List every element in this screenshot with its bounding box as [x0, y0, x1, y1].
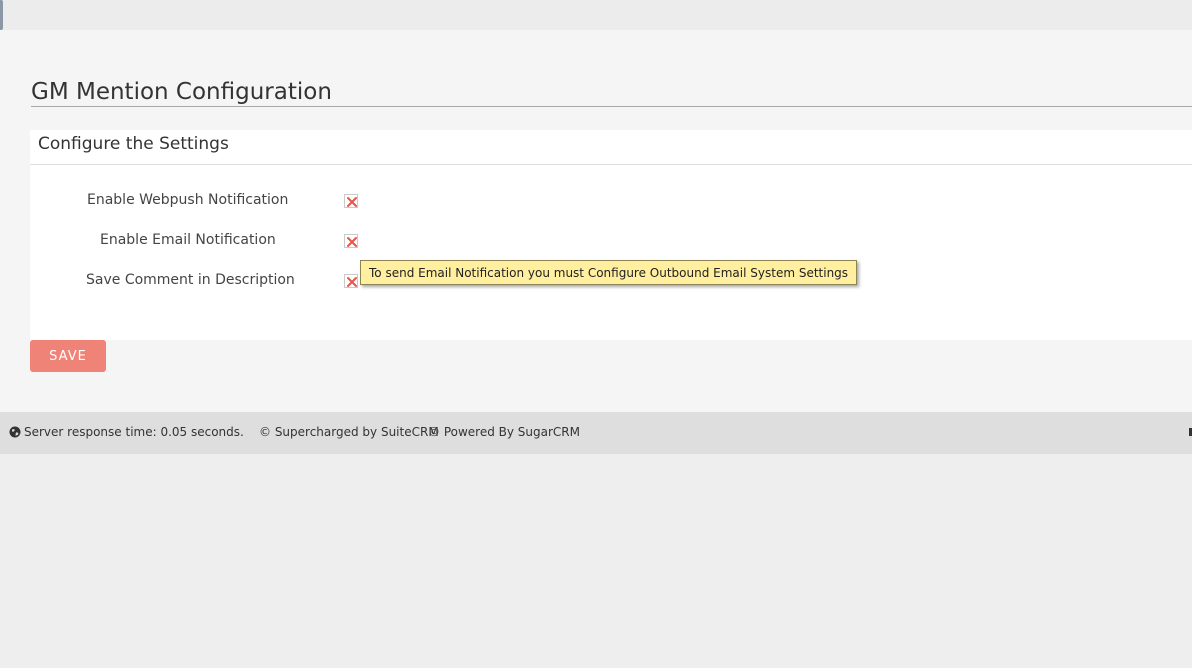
supercharged-link[interactable]: © Supercharged by SuiteCRM — [259, 425, 439, 439]
sidebar-toggle-tab[interactable] — [0, 0, 3, 30]
x-mark-icon — [347, 197, 357, 207]
x-mark-icon — [347, 277, 357, 287]
save-comment-checkbox[interactable] — [344, 274, 358, 288]
title-divider — [31, 106, 1192, 107]
main-content: GM Mention Configuration Configure the S… — [0, 30, 1192, 412]
settings-panel: Configure the Settings Enable Webpush No… — [30, 130, 1192, 340]
powered-by-link[interactable]: © Powered By SugarCRM — [428, 425, 580, 439]
webpush-label: Enable Webpush Notification — [87, 192, 289, 208]
top-bar — [0, 0, 1192, 30]
email-notification-tooltip: To send Email Notification you must Conf… — [360, 260, 858, 285]
save-button[interactable]: SAVE — [30, 340, 106, 372]
globe-icon — [9, 426, 21, 438]
save-comment-label: Save Comment in Description — [86, 272, 295, 288]
page-title: GM Mention Configuration — [31, 79, 332, 105]
panel-divider — [30, 164, 1192, 165]
footer: Server response time: 0.05 seconds. © Su… — [0, 412, 1192, 454]
server-response-time: Server response time: 0.05 seconds. — [24, 425, 244, 439]
x-mark-icon — [347, 237, 357, 247]
webpush-checkbox[interactable] — [344, 194, 358, 208]
email-checkbox[interactable] — [344, 234, 358, 248]
panel-heading: Configure the Settings — [38, 134, 229, 154]
email-label: Enable Email Notification — [100, 232, 276, 248]
